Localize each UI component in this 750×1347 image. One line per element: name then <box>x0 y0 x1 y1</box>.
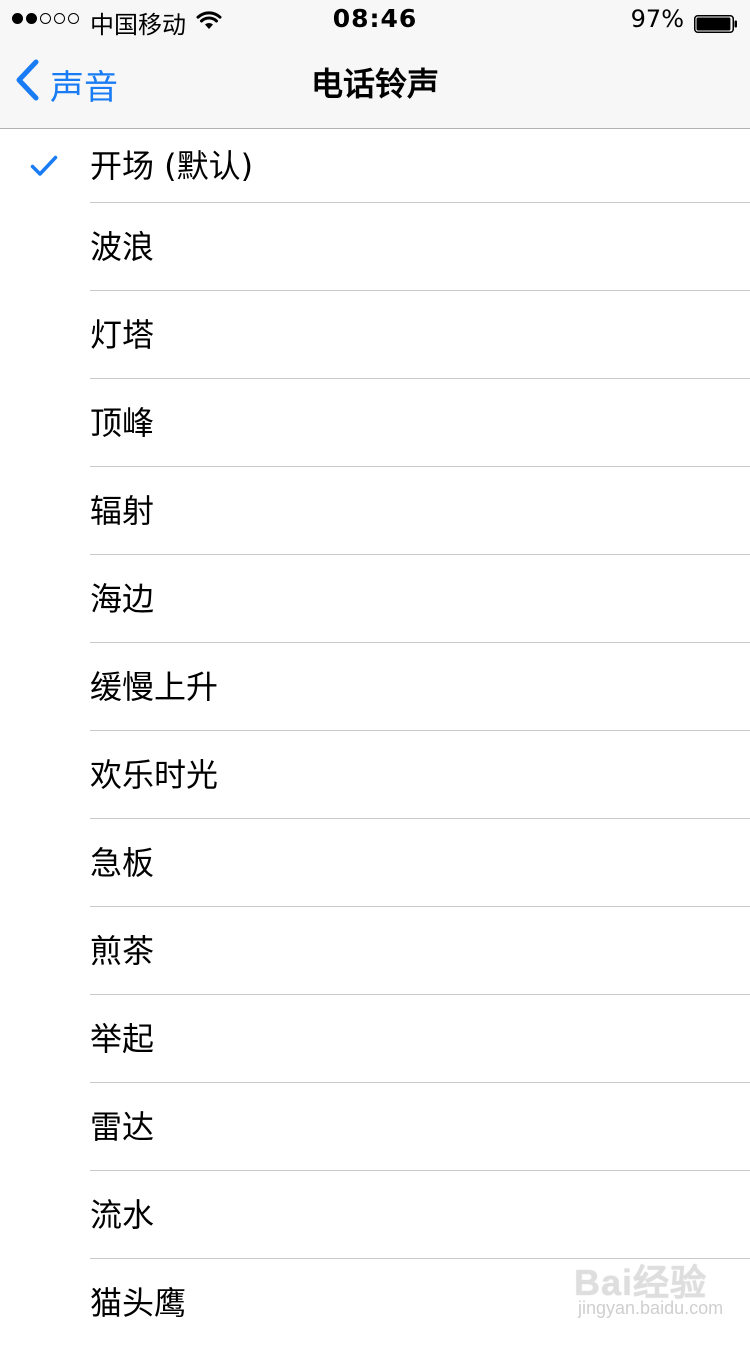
ringtone-row[interactable]: 欢乐时光 <box>0 731 750 819</box>
ringtone-row[interactable]: 辐射 <box>0 467 750 555</box>
ringtone-label: 猫头鹰 <box>90 1284 187 1322</box>
ringtone-row[interactable]: 雷达 <box>0 1083 750 1171</box>
ringtone-label: 波浪 <box>90 228 155 266</box>
ringtone-label: 开场 (默认) <box>90 147 254 185</box>
status-bar: 中国移动 08:46 97% <box>0 0 750 40</box>
ringtone-label: 举起 <box>90 1020 155 1058</box>
ringtone-list: 开场 (默认) 波浪灯塔顶峰辐射海边缓慢上升欢乐时光急板煎茶举起雷达流水猫头鹰 <box>0 129 750 1347</box>
ringtone-row[interactable]: 急板 <box>0 819 750 907</box>
ringtone-label: 灯塔 <box>90 316 155 354</box>
ringtone-row[interactable]: 流水 <box>0 1171 750 1259</box>
ringtone-row[interactable]: 波浪 <box>0 203 750 291</box>
navigation-bar: 声音 电话铃声 <box>0 40 750 129</box>
ringtone-label: 顶峰 <box>90 404 155 442</box>
ringtone-row[interactable]: 缓慢上升 <box>0 643 750 731</box>
battery-icon <box>694 11 738 33</box>
ringtone-row[interactable]: 煎茶 <box>0 907 750 995</box>
ringtone-row[interactable]: 顶峰 <box>0 379 750 467</box>
ringtone-row[interactable]: 灯塔 <box>0 291 750 379</box>
ringtone-row[interactable]: 举起 <box>0 995 750 1083</box>
ringtone-label: 雷达 <box>90 1108 155 1146</box>
battery-percent: 97% <box>630 5 684 33</box>
ringtone-label: 欢乐时光 <box>90 756 219 794</box>
checkmark-icon <box>30 155 58 177</box>
ringtone-label: 煎茶 <box>90 932 155 970</box>
ringtone-row[interactable]: 开场 (默认) <box>0 129 750 203</box>
page-title: 电话铃声 <box>310 65 439 103</box>
ringtone-label: 急板 <box>90 844 155 882</box>
ringtone-label: 海边 <box>90 580 155 618</box>
ringtone-row[interactable]: 海边 <box>0 555 750 643</box>
ringtone-label: 缓慢上升 <box>90 668 219 706</box>
ringtone-label: 辐射 <box>90 492 155 530</box>
ringtone-label: 流水 <box>90 1196 155 1234</box>
